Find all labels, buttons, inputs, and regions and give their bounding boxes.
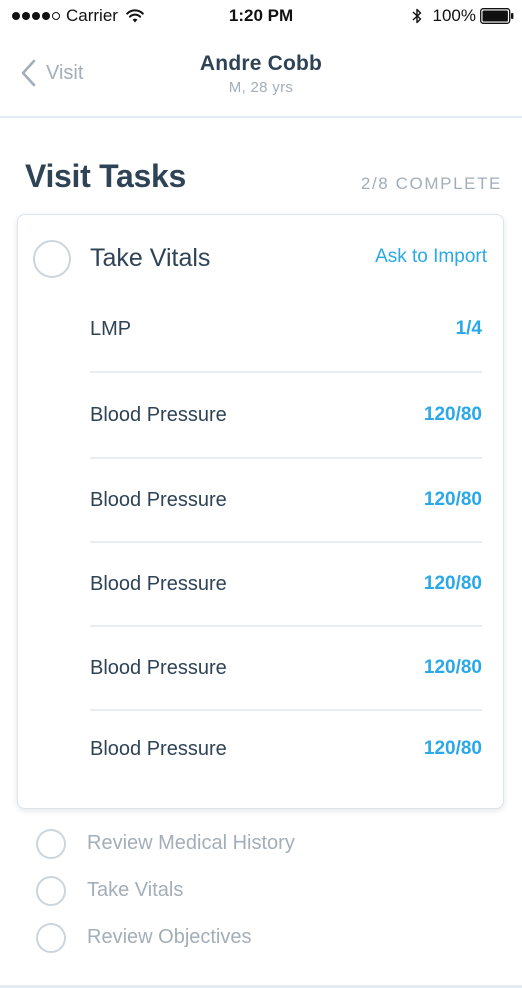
vital-row[interactable]: Blood Pressure 120/80 xyxy=(90,459,482,543)
visit-tasks-screen: Carrier 1:20 PM 100% Visit Andre Cobb M,… xyxy=(0,0,522,988)
task-checkbox[interactable] xyxy=(33,240,71,278)
vital-value: 120/80 xyxy=(423,573,482,594)
progress-label: 2/8 COMPLETE xyxy=(360,174,502,193)
vital-value: 120/80 xyxy=(423,738,482,759)
status-right: 100% xyxy=(411,6,514,26)
ask-to-import-link[interactable]: Ask to Import xyxy=(375,246,487,268)
vital-row[interactable]: LMP 1/4 xyxy=(90,287,482,373)
nav-title-group: Andre Cobb M, 28 yrs xyxy=(0,52,522,96)
nav-bar: Visit Andre Cobb M, 28 yrs xyxy=(0,32,522,118)
task-label: Review Objectives xyxy=(87,926,252,948)
task-card-take-vitals: Take Vitals Ask to Import LMP 1/4 Blood Pr… xyxy=(17,214,504,809)
task-checkbox[interactable] xyxy=(36,922,66,953)
task-list-item[interactable]: Review Objectives xyxy=(36,914,502,961)
remaining-tasks-list: Review Medical History Take Vitals Review … xyxy=(36,820,502,961)
patient-name: Andre Cobb xyxy=(199,52,323,75)
vital-label: Blood Pressure xyxy=(90,572,227,595)
vital-value: 1/4 xyxy=(455,318,482,339)
task-list-item[interactable]: Take Vitals xyxy=(36,867,502,914)
vital-label: Blood Pressure xyxy=(90,488,227,511)
task-label: Review Medical History xyxy=(87,832,295,854)
task-checkbox[interactable] xyxy=(36,828,66,859)
status-bar: Carrier 1:20 PM 100% xyxy=(0,0,522,32)
vital-row[interactable]: Blood Pressure 120/80 xyxy=(90,627,482,711)
vital-value: 120/80 xyxy=(423,489,482,510)
vital-label: LMP xyxy=(90,317,132,340)
task-checkbox[interactable] xyxy=(36,875,66,906)
section-header: Visit Tasks 2/8 COMPLETE xyxy=(25,158,502,198)
task-label: Take Vitals xyxy=(87,879,184,901)
vital-label: Blood Pressure xyxy=(90,656,227,679)
task-list-item[interactable]: Review Medical History xyxy=(36,820,502,867)
bluetooth-icon xyxy=(412,8,421,24)
battery-percent: 100% xyxy=(432,6,476,25)
vital-row[interactable]: Blood Pressure 120/80 xyxy=(90,543,482,627)
patient-details: M, 28 yrs xyxy=(228,79,294,96)
battery-icon xyxy=(480,8,514,24)
task-title: Take Vitals xyxy=(90,244,211,272)
vital-label: Blood Pressure xyxy=(90,403,227,426)
vital-value: 120/80 xyxy=(423,657,482,678)
vital-row[interactable]: Blood Pressure 120/80 xyxy=(90,711,482,787)
vital-value: 120/80 xyxy=(423,404,482,425)
vitals-list: LMP 1/4 Blood Pressure 120/80 Blood Pressure… xyxy=(90,287,482,787)
vital-label: Blood Pressure xyxy=(90,737,227,760)
vital-row[interactable]: Blood Pressure 120/80 xyxy=(90,373,482,459)
page-title: Visit Tasks xyxy=(25,158,186,194)
